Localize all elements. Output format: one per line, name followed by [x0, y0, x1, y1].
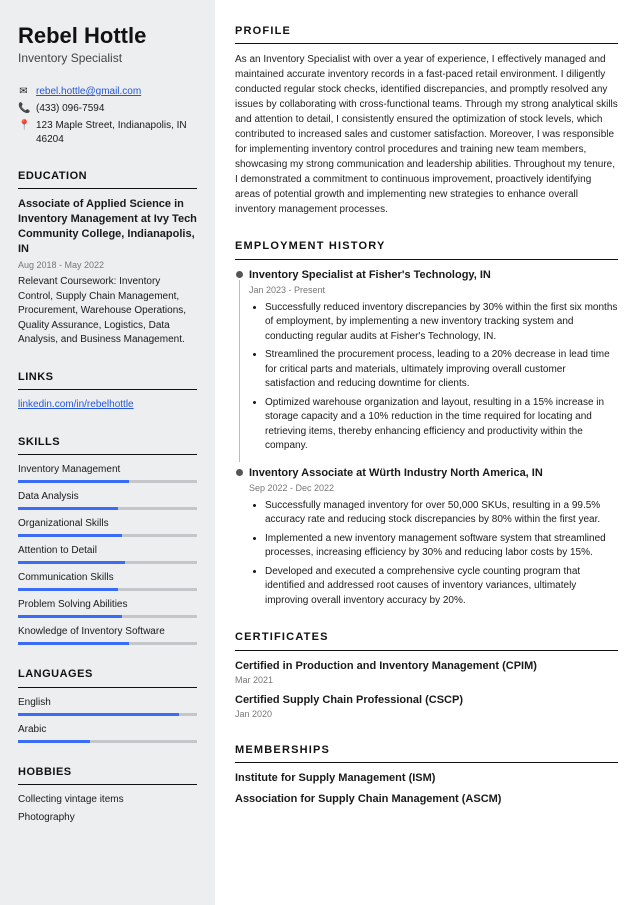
divider: [18, 188, 197, 189]
skill-item: Problem Solving Abilities: [18, 598, 197, 618]
skill-item: Inventory Management: [18, 463, 197, 483]
phone-icon: 📞: [18, 102, 29, 116]
skill-name: Problem Solving Abilities: [18, 598, 197, 612]
job-bullet: Successfully managed inventory for over …: [265, 499, 618, 528]
skill-name: Inventory Management: [18, 463, 197, 477]
divider: [18, 454, 197, 455]
employment-heading: EMPLOYMENT HISTORY: [235, 239, 618, 254]
skills-heading: SKILLS: [18, 435, 197, 450]
skill-name: Data Analysis: [18, 490, 197, 504]
education-coursework: Relevant Coursework: Inventory Control, …: [18, 275, 197, 348]
hobby-item: Collecting vintage items: [18, 793, 197, 807]
job-dates: Sep 2022 - Dec 2022: [249, 482, 618, 495]
main-column: PROFILE As an Inventory Specialist with …: [215, 0, 640, 905]
skill-item: English: [18, 696, 197, 716]
skill-bar: [18, 480, 197, 483]
skill-item: Arabic: [18, 723, 197, 743]
linkedin-link[interactable]: linkedin.com/in/rebelhottle: [18, 399, 134, 410]
contact-phone-row: 📞 (433) 096-7594: [18, 102, 197, 116]
skill-bar: [18, 642, 197, 645]
job-bullet: Implemented a new inventory management s…: [265, 532, 618, 561]
address-text: 123 Maple Street, Indianapolis, IN 46204: [36, 119, 197, 147]
job-title: Inventory Associate at Würth Industry No…: [249, 466, 618, 481]
sidebar: Rebel Hottle Inventory Specialist ✉ rebe…: [0, 0, 215, 905]
job-entry: Inventory Associate at Würth Industry No…: [235, 466, 618, 608]
skill-item: Attention to Detail: [18, 544, 197, 564]
jobs-list: Inventory Specialist at Fisher's Technol…: [235, 268, 618, 608]
profile-text: As an Inventory Specialist with over a y…: [235, 52, 618, 217]
skill-bar: [18, 740, 197, 743]
profile-heading: PROFILE: [235, 24, 618, 39]
divider: [235, 762, 618, 763]
skill-item: Communication Skills: [18, 571, 197, 591]
education-heading: EDUCATION: [18, 169, 197, 184]
job-bullet: Streamlined the procurement process, lea…: [265, 348, 618, 392]
location-icon: 📍: [18, 119, 29, 133]
skill-name: Communication Skills: [18, 571, 197, 585]
skill-name: English: [18, 696, 197, 710]
job-bullet: Developed and executed a comprehensive c…: [265, 565, 618, 609]
languages-heading: LANGUAGES: [18, 667, 197, 682]
skill-bar: [18, 588, 197, 591]
contact-email-row: ✉ rebel.hottle@gmail.com: [18, 85, 197, 99]
languages-list: English Arabic: [18, 696, 197, 743]
divider: [18, 784, 197, 785]
phone-text: (433) 096-7594: [36, 102, 104, 116]
hobbies-list: Collecting vintage items Photography: [18, 793, 197, 825]
job-bullet: Optimized warehouse organization and lay…: [265, 396, 618, 454]
job-entry: Inventory Specialist at Fisher's Technol…: [235, 268, 618, 454]
job-bullet: Successfully reduced inventory discrepan…: [265, 301, 618, 345]
certificate-title: Certified Supply Chain Professional (CSC…: [235, 693, 618, 708]
divider: [235, 650, 618, 651]
skill-bar: [18, 534, 197, 537]
contact-address-row: 📍 123 Maple Street, Indianapolis, IN 462…: [18, 119, 197, 147]
memberships-heading: MEMBERSHIPS: [235, 743, 618, 758]
divider: [235, 43, 618, 44]
education-dates: Aug 2018 - May 2022: [18, 259, 197, 272]
skill-bar: [18, 615, 197, 618]
skill-bar: [18, 713, 197, 716]
skills-list: Inventory Management Data Analysis Organiz…: [18, 463, 197, 645]
skill-name: Organizational Skills: [18, 517, 197, 531]
certificate-date: Mar 2021: [235, 674, 618, 687]
hobby-item: Photography: [18, 811, 197, 825]
job-bullets: Successfully reduced inventory discrepan…: [249, 301, 618, 454]
links-heading: LINKS: [18, 370, 197, 385]
divider: [18, 389, 197, 390]
skill-item: Organizational Skills: [18, 517, 197, 537]
candidate-title: Inventory Specialist: [18, 50, 197, 67]
skill-name: Attention to Detail: [18, 544, 197, 558]
certificates-list: Certified in Production and Inventory Ma…: [235, 659, 618, 721]
skill-name: Arabic: [18, 723, 197, 737]
email-link[interactable]: rebel.hottle@gmail.com: [36, 85, 141, 99]
skill-name: Knowledge of Inventory Software: [18, 625, 197, 639]
education-degree: Associate of Applied Science in Inventor…: [18, 197, 197, 256]
skill-bar: [18, 561, 197, 564]
membership-item: Association for Supply Chain Management …: [235, 792, 618, 807]
certificates-heading: CERTIFICATES: [235, 630, 618, 645]
job-dates: Jan 2023 - Present: [249, 284, 618, 297]
skill-bar: [18, 507, 197, 510]
job-title: Inventory Specialist at Fisher's Technol…: [249, 268, 618, 283]
divider: [18, 687, 197, 688]
membership-item: Institute for Supply Management (ISM): [235, 771, 618, 786]
skill-item: Data Analysis: [18, 490, 197, 510]
job-bullets: Successfully managed inventory for over …: [249, 499, 618, 609]
email-icon: ✉: [18, 85, 29, 99]
memberships-list: Institute for Supply Management (ISM) Ass…: [235, 771, 618, 808]
certificate-date: Jan 2020: [235, 708, 618, 721]
divider: [235, 259, 618, 260]
skill-item: Knowledge of Inventory Software: [18, 625, 197, 645]
certificate-title: Certified in Production and Inventory Ma…: [235, 659, 618, 674]
hobbies-heading: HOBBIES: [18, 765, 197, 780]
candidate-name: Rebel Hottle: [18, 24, 197, 48]
